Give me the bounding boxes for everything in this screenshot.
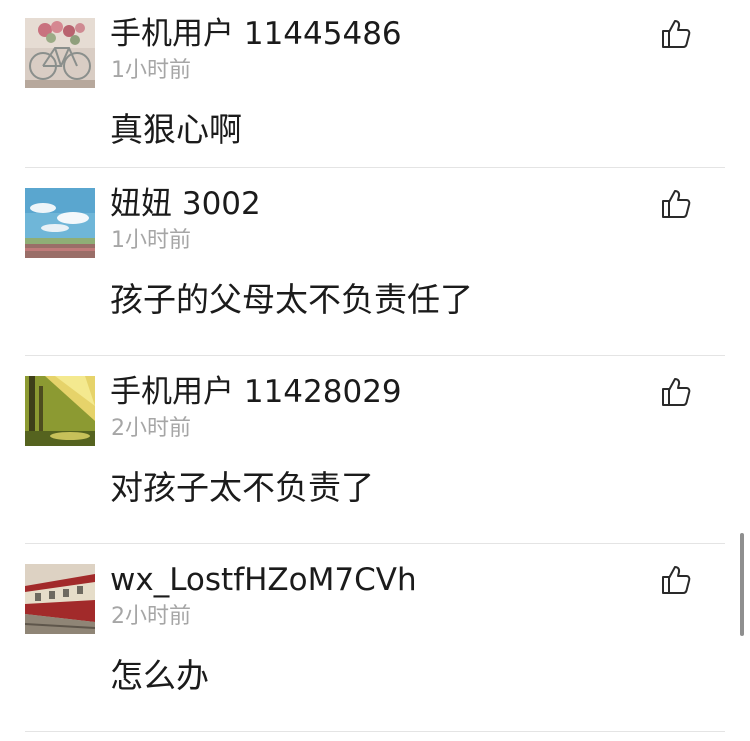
scrollbar[interactable] — [740, 533, 744, 636]
comment-time: 1小时前 — [111, 58, 191, 83]
comment-item: 妞妞 3002 1小时前 孩子的父母太不负责任了 — [0, 168, 750, 356]
comment-time: 2小时前 — [111, 604, 191, 629]
thumbs-up-icon[interactable] — [660, 564, 692, 596]
comment-item: 手机用户 11428029 2小时前 对孩子太不负责了 — [0, 356, 750, 544]
user-avatar[interactable] — [25, 376, 95, 446]
user-avatar[interactable] — [25, 188, 95, 258]
comment-username[interactable]: 手机用户 11445486 — [110, 16, 402, 52]
sunlit-forest-avatar — [25, 376, 95, 446]
comment-item: wx_LostfHZoM7CVh 2小时前 怎么办 — [0, 544, 750, 732]
thumbs-up-icon[interactable] — [660, 188, 692, 220]
red-train-avatar — [25, 564, 95, 634]
comment-username[interactable]: 妞妞 3002 — [110, 186, 261, 222]
comment-text: 真狠心啊 — [110, 110, 242, 149]
comment-list: 手机用户 11445486 1小时前 真狠心啊 妞妞 3002 1小时前 孩子的… — [0, 0, 750, 732]
thumbs-up-icon[interactable] — [660, 376, 692, 408]
comment-text: 孩子的父母太不负责任了 — [110, 280, 473, 319]
sky-field-avatar — [25, 188, 95, 258]
comment-time: 1小时前 — [111, 228, 191, 253]
comment-username[interactable]: 手机用户 11428029 — [110, 374, 402, 410]
comment-text: 怎么办 — [110, 656, 209, 695]
comment-divider — [25, 731, 725, 732]
thumbs-up-icon[interactable] — [660, 18, 692, 50]
comment-text: 对孩子太不负责了 — [110, 468, 374, 507]
comment-time: 2小时前 — [111, 416, 191, 441]
comments-page: 手机用户 11445486 1小时前 真狠心啊 妞妞 3002 1小时前 孩子的… — [0, 0, 750, 741]
user-avatar[interactable] — [25, 18, 95, 88]
user-avatar[interactable] — [25, 564, 95, 634]
bicycle-flowers-avatar — [25, 18, 95, 88]
comment-username[interactable]: wx_LostfHZoM7CVh — [110, 562, 417, 598]
comment-item: 手机用户 11445486 1小时前 真狠心啊 — [0, 0, 750, 168]
